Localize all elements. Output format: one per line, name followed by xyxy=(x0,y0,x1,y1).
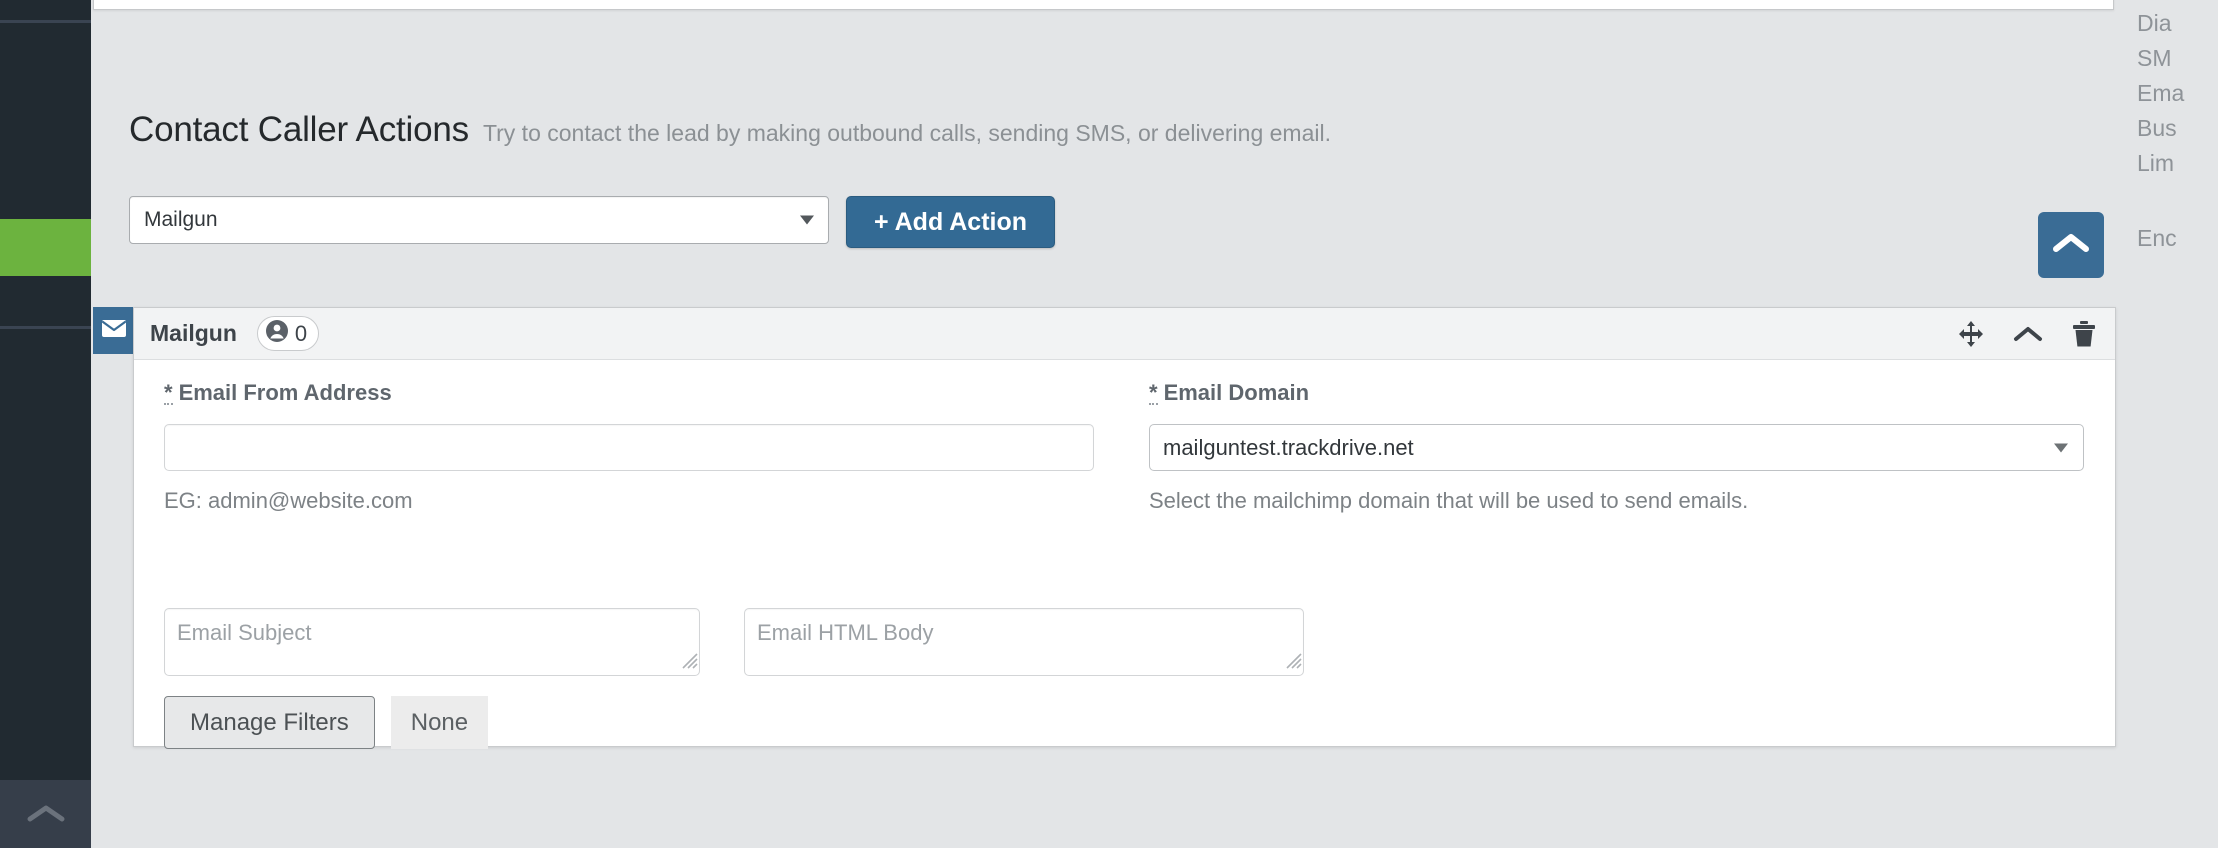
trash-icon[interactable] xyxy=(2071,320,2097,348)
email-domain-label: * Email Domain xyxy=(1149,380,1309,406)
section-header: Contact Caller Actions Try to contact th… xyxy=(129,110,1331,150)
scroll-to-top-button[interactable] xyxy=(2038,212,2104,278)
chevron-down-icon xyxy=(800,215,814,225)
mailgun-action-card: Mailgun 0 * Email From Address EG: admin… xyxy=(133,307,2116,749)
sidebar-item-4[interactable] xyxy=(0,329,91,760)
filter-state-button[interactable]: None xyxy=(390,696,489,749)
chevron-up-icon xyxy=(2051,230,2091,261)
right-rail: Dia SM Ema Bus Lim Enc xyxy=(2131,0,2218,848)
email-subject-textarea-wrap: Email Subject xyxy=(164,608,700,676)
right-rail-item-2[interactable]: Ema xyxy=(2131,80,2184,107)
right-rail-item-5[interactable]: Enc xyxy=(2131,225,2177,252)
move-icon[interactable] xyxy=(1957,320,1985,348)
email-from-label: * Email From Address xyxy=(164,380,392,406)
right-rail-item-4[interactable]: Lim xyxy=(2131,150,2174,177)
action-type-select[interactable]: Mailgun xyxy=(129,196,829,244)
mailgun-envelope-badge xyxy=(93,307,135,354)
card-title: Mailgun xyxy=(150,320,237,346)
email-html-body-textarea[interactable] xyxy=(745,609,1303,675)
section-subtitle: Try to contact the lead by making outbou… xyxy=(482,120,1331,146)
email-html-body-textarea-wrap: Email HTML Body xyxy=(744,608,1304,676)
card-body: * Email From Address EG: admin@website.c… xyxy=(134,360,2115,749)
filter-state-label: None xyxy=(410,708,469,736)
required-marker: * xyxy=(1149,380,1158,405)
email-from-input[interactable] xyxy=(164,424,1094,471)
email-domain-hint: Select the mailchimp domain that will be… xyxy=(1149,488,1749,513)
sidebar-item-1[interactable] xyxy=(0,0,91,20)
chevron-down-icon xyxy=(2054,443,2068,452)
resize-grip-icon[interactable] xyxy=(1280,647,1302,674)
email-domain-select-value: mailguntest.trackdrive.net xyxy=(1163,434,1414,460)
envelope-icon xyxy=(101,318,127,343)
collapse-icon[interactable] xyxy=(2013,324,2043,344)
email-domain-field-group: * Email Domain mailguntest.trackdrive.ne… xyxy=(1149,380,2109,514)
sidebar-collapse-button[interactable] xyxy=(0,780,91,848)
manage-filters-label: Manage Filters xyxy=(190,708,349,736)
left-sidebar xyxy=(0,0,91,848)
page-title: Contact Caller Actions xyxy=(129,110,469,149)
field-row-textareas: Email Subject Email HTML Body xyxy=(164,608,1304,676)
app-root: Contact Caller Actions Try to contact th… xyxy=(0,0,2218,848)
user-circle-icon xyxy=(265,319,289,349)
card-header-tools xyxy=(1957,308,2097,360)
manage-filters-button[interactable]: Manage Filters xyxy=(164,696,375,749)
email-domain-label-text: Email Domain xyxy=(1163,380,1310,405)
assigned-count-badge: 0 xyxy=(256,316,320,351)
sidebar-item-2[interactable] xyxy=(0,23,91,219)
add-action-button-label: + Add Action xyxy=(874,207,1028,236)
card-header: Mailgun 0 xyxy=(134,308,2115,360)
required-marker: * xyxy=(164,380,173,405)
chevron-up-icon xyxy=(26,802,66,826)
action-toolbar: Mailgun + Add Action xyxy=(129,196,1056,248)
right-rail-item-3[interactable]: Bus xyxy=(2131,115,2177,142)
add-action-button[interactable]: + Add Action xyxy=(846,196,1056,248)
email-subject-textarea[interactable] xyxy=(165,609,699,675)
email-from-label-text: Email From Address xyxy=(178,380,392,405)
sidebar-item-3[interactable] xyxy=(0,276,91,326)
email-domain-select[interactable]: mailguntest.trackdrive.net xyxy=(1149,424,2084,471)
action-type-select-value: Mailgun xyxy=(144,208,218,231)
right-rail-item-0[interactable]: Dia xyxy=(2131,10,2172,37)
assigned-count-value: 0 xyxy=(294,320,308,346)
sidebar-item-active[interactable] xyxy=(0,219,91,276)
email-from-hint: EG: admin@website.com xyxy=(164,488,413,513)
email-from-field-group: * Email From Address EG: admin@website.c… xyxy=(164,380,1094,514)
resize-grip-icon[interactable] xyxy=(676,647,698,674)
card-footer-buttons: Manage Filters None xyxy=(164,696,489,749)
right-rail-item-1[interactable]: SM xyxy=(2131,45,2172,72)
main-content: Contact Caller Actions Try to contact th… xyxy=(91,0,2131,848)
